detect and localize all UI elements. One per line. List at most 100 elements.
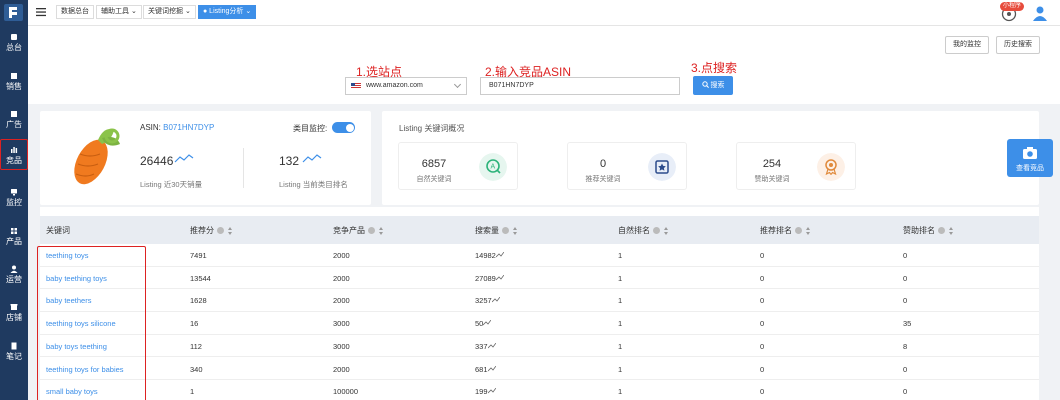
competing-products-cell: 2000 bbox=[333, 273, 350, 283]
recommend-rank-cell: 0 bbox=[760, 364, 765, 374]
notes-icon bbox=[11, 342, 17, 350]
table-row[interactable]: small baby toys 1 100000 199 1 0 0 bbox=[40, 380, 1039, 400]
keyword-overview-title: Listing 关键词概况 bbox=[399, 124, 465, 133]
rank-label: Listing 当前类目排名 bbox=[279, 180, 348, 189]
competing-products-cell: 2000 bbox=[333, 251, 350, 260]
history-search-button[interactable]: 历史搜索 bbox=[996, 36, 1040, 54]
search-volume-cell: 27089 bbox=[475, 274, 505, 283]
sidebar-item-label: 销售 bbox=[6, 82, 22, 91]
sidebar-item-monitor[interactable]: 监控 bbox=[0, 182, 28, 212]
my-monitor-button[interactable]: 我的监控 bbox=[945, 36, 989, 54]
recommend-score-cell: 7491 bbox=[190, 251, 207, 260]
natural-keyword-icon: A bbox=[479, 153, 507, 181]
menu-icon[interactable] bbox=[36, 7, 46, 17]
store-icon bbox=[10, 304, 18, 310]
tab-data-dashboard[interactable]: 数据总台 bbox=[56, 5, 94, 19]
tab-keyword-mining[interactable]: 关键词挖掘 ⌄ bbox=[143, 5, 196, 19]
us-flag-icon bbox=[351, 83, 361, 89]
site-select[interactable]: www.amazon.com bbox=[345, 77, 467, 95]
help-icon bbox=[938, 227, 945, 234]
search-volume-cell: 50 bbox=[475, 319, 492, 328]
sidebar-item-label: 竞品 bbox=[6, 156, 22, 165]
trend-icon[interactable] bbox=[174, 153, 194, 163]
table-row[interactable]: teething toys for babies 340 2000 681 1 … bbox=[40, 358, 1039, 381]
asin-input[interactable]: B071HN7DYP bbox=[480, 77, 680, 95]
natural-rank-cell: 1 bbox=[618, 341, 623, 351]
dashboard-icon bbox=[11, 34, 17, 40]
sidebar-item-competitor[interactable]: 竞品 bbox=[0, 139, 28, 170]
table-row[interactable]: teething toys silicone 16 3000 50 1 0 35 bbox=[40, 312, 1039, 335]
product-asin: ASIN: B071HN7DYP bbox=[140, 123, 214, 132]
sidebar-item-dashboard[interactable]: 总台 bbox=[0, 27, 28, 57]
search-button[interactable]: 搜索 bbox=[693, 76, 733, 95]
sidebar-item-store[interactable]: 店铺 bbox=[0, 297, 28, 327]
search-volume-cell: 681 bbox=[475, 365, 496, 374]
column-header-recommend-rank[interactable]: 推荐排名 bbox=[760, 225, 810, 236]
trend-icon[interactable] bbox=[487, 365, 496, 372]
monitor-icon bbox=[11, 189, 17, 196]
sponsored-keyword-card[interactable]: 254 赞助关键词 bbox=[736, 142, 856, 190]
recommend-rank-cell: 0 bbox=[760, 341, 765, 351]
table-row[interactable]: teething toys 7491 2000 14982 1 0 0 bbox=[40, 244, 1039, 267]
sales-value: 26446 bbox=[140, 154, 174, 168]
operation-icon bbox=[10, 265, 18, 273]
sidebar-item-label: 运营 bbox=[6, 275, 22, 284]
sidebar-item-ads[interactable]: 广告 bbox=[0, 104, 28, 134]
tab-tools[interactable]: 辅助工具 ⌄ bbox=[96, 5, 142, 19]
sidebar: 总台 销售 广告 竞品 监控 产品 运营 店铺 笔记 bbox=[0, 0, 28, 400]
recommend-score-cell: 13544 bbox=[190, 273, 211, 283]
recommend-rank-cell: 0 bbox=[760, 319, 765, 329]
sidebar-item-label: 监控 bbox=[6, 198, 22, 207]
sort-icon bbox=[663, 227, 668, 235]
help-icon bbox=[795, 227, 802, 234]
asin-label: ASIN: bbox=[140, 123, 161, 132]
category-monitor-toggle[interactable] bbox=[332, 122, 355, 133]
product-icon bbox=[11, 228, 17, 234]
trend-icon[interactable] bbox=[495, 274, 505, 281]
mini-program-badge: 小程序 bbox=[999, 2, 1024, 11]
table-row[interactable]: baby teething toys 13544 2000 27089 1 0 … bbox=[40, 267, 1039, 290]
product-image bbox=[74, 128, 120, 185]
trend-icon[interactable] bbox=[495, 251, 505, 258]
trend-icon[interactable] bbox=[483, 319, 492, 326]
tab-listing-analysis[interactable]: ● Listing分析 ⌄ bbox=[198, 5, 257, 19]
view-competitor-button[interactable]: 查看竞品 bbox=[1007, 139, 1053, 177]
natural-keyword-label: 自然关键词 bbox=[416, 176, 452, 183]
sidebar-item-operation[interactable]: 运营 bbox=[0, 259, 28, 289]
column-header-competing-products[interactable]: 竞争产品 bbox=[333, 225, 383, 236]
column-header-natural-rank[interactable]: 自然排名 bbox=[618, 225, 668, 236]
recommend-rank-cell: 0 bbox=[760, 251, 765, 260]
step-3-label: 3.点搜索 bbox=[691, 61, 738, 75]
table-row[interactable]: baby toys teething 112 3000 337 1 0 8 bbox=[40, 335, 1039, 358]
keyword-column-highlight bbox=[37, 246, 146, 400]
column-header-search-volume[interactable]: 搜索量 bbox=[475, 225, 517, 236]
column-header-recommend-score[interactable]: 推荐分 bbox=[190, 225, 232, 236]
column-header-sponsored-rank[interactable]: 赞助排名 bbox=[903, 225, 953, 236]
natural-rank-cell: 1 bbox=[618, 319, 623, 329]
asin-link[interactable]: B071HN7DYP bbox=[163, 123, 214, 132]
recommend-score-cell: 340 bbox=[190, 364, 203, 374]
natural-keyword-card[interactable]: 6857 自然关键词 A bbox=[398, 142, 518, 190]
sales-icon bbox=[11, 73, 17, 79]
column-header-keyword: 关键词 bbox=[46, 226, 70, 235]
sidebar-item-notes[interactable]: 笔记 bbox=[0, 336, 28, 366]
sort-icon bbox=[378, 227, 383, 235]
sidebar-item-sales[interactable]: 销售 bbox=[0, 66, 28, 96]
help-icon bbox=[502, 227, 509, 234]
competitor-icon bbox=[11, 147, 18, 153]
sidebar-item-product[interactable]: 产品 bbox=[0, 221, 28, 251]
competing-products-cell: 100000 bbox=[333, 387, 359, 397]
recommended-keyword-icon bbox=[648, 153, 676, 181]
natural-rank-cell: 1 bbox=[618, 251, 623, 260]
search-volume-cell: 3257 bbox=[475, 296, 501, 305]
user-avatar-icon[interactable] bbox=[1032, 5, 1048, 21]
recommended-keyword-card[interactable]: 0 推荐关键词 bbox=[567, 142, 687, 190]
natural-rank-cell: 1 bbox=[618, 387, 623, 397]
trend-icon[interactable] bbox=[487, 342, 496, 349]
sponsored-rank-cell: 0 bbox=[903, 251, 908, 260]
trend-icon[interactable] bbox=[302, 153, 322, 163]
table-row[interactable]: baby teethers 1628 2000 3257 1 0 0 bbox=[40, 289, 1039, 313]
trend-icon[interactable] bbox=[487, 387, 496, 394]
chevron-down-icon bbox=[453, 80, 462, 89]
trend-icon[interactable] bbox=[491, 297, 501, 303]
